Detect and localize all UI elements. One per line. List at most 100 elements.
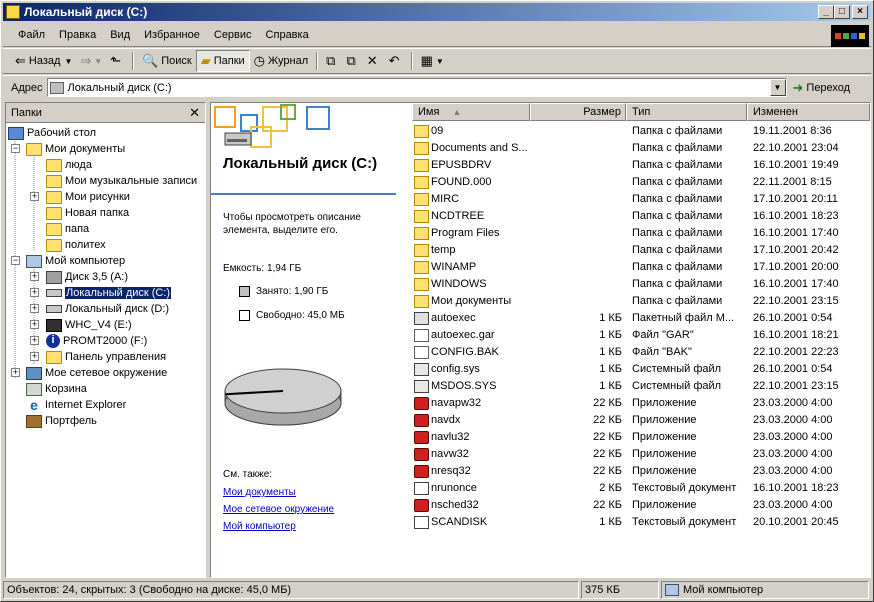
file-size: 1 КБ (599, 312, 622, 324)
file-row[interactable]: SCANDISK 1 КБ Текстовый документ 20.10.2001… (412, 514, 870, 531)
menu-file[interactable]: Файл (11, 27, 52, 43)
tree-item-briefcase[interactable]: Портфель (26, 413, 97, 429)
tree-item-folder[interactable]: политех (46, 237, 106, 253)
file-row[interactable]: temp Папка с файлами 17.10.2001 20:42 (412, 242, 870, 259)
free-legend: Свободно: 45,0 МБ (239, 310, 345, 321)
file-row[interactable]: navdx 22 КБ Приложение 23.03.2000 4:00 (412, 412, 870, 429)
explorer-window: Локальный диск (C:) _ □ × Файл Правка Ви… (0, 0, 874, 602)
tree-item-network[interactable]: Мое сетевое окружение (26, 365, 167, 381)
file-row[interactable]: navw32 22 КБ Приложение 23.03.2000 4:00 (412, 446, 870, 463)
floppy-drive-icon (46, 270, 62, 284)
link-my-documents[interactable]: Мои документы (223, 487, 296, 498)
file-size: 1 КБ (599, 329, 622, 341)
history-button[interactable]: ◷ Журнал (250, 50, 312, 72)
tree-item-floppy[interactable]: Диск 3,5 (A:) (46, 269, 128, 285)
menu-view[interactable]: Вид (103, 27, 137, 43)
tree-item-drive-f[interactable]: i PROMT2000 (F:) (46, 333, 147, 349)
tree-item-drive-d[interactable]: Локальный диск (D:) (46, 301, 169, 317)
folders-button[interactable]: ▰ Папки (195, 50, 250, 72)
views-button[interactable]: ▦ ▼ (417, 50, 448, 72)
menu-favorites[interactable]: Избранное (137, 27, 207, 43)
search-button[interactable]: 🔍 Поиск (138, 50, 196, 72)
file-row[interactable]: CONFIG.BAK 1 КБ Файл "BAK" 22.10.2001 22:23 (412, 344, 870, 361)
file-row[interactable]: FOUND.000 Папка с файлами 22.11.2001 8:15 (412, 174, 870, 191)
tree-item-desktop[interactable]: Рабочий стол (8, 125, 96, 141)
menu-help[interactable]: Справка (259, 27, 316, 43)
file-row[interactable]: EPUSBDRV Папка с файлами 16.10.2001 19:49 (412, 157, 870, 174)
file-row[interactable]: WINDOWS Папка с файлами 16.10.2001 17:40 (412, 276, 870, 293)
back-button[interactable]: ⇐ Назад ▼ (11, 50, 76, 72)
expand-toggle[interactable]: + (30, 352, 39, 361)
file-type: Папка с файлами (632, 227, 723, 239)
file-name: nresq32 (431, 465, 471, 477)
tree-item-my-documents[interactable]: Мои документы (26, 141, 125, 157)
link-my-computer[interactable]: Мой компьютер (223, 521, 296, 532)
file-row[interactable]: MSDOS.SYS 1 КБ Системный файл 22.10.2001 23… (412, 378, 870, 395)
expand-toggle[interactable]: + (30, 272, 39, 281)
file-row[interactable]: MIRC Папка с файлами 17.10.2001 20:11 (412, 191, 870, 208)
tree-item-control-panel[interactable]: Панель управления (46, 349, 166, 365)
delete-icon: ✕ (366, 53, 378, 68)
tree-item-internet-explorer[interactable]: e Internet Explorer (26, 397, 126, 413)
collapse-toggle[interactable]: − (11, 256, 20, 265)
close-pane-icon[interactable]: ✕ (189, 105, 200, 121)
address-dropdown-button[interactable]: ▼ (769, 79, 786, 96)
close-button[interactable]: × (852, 5, 868, 19)
tree-item-my-music[interactable]: Мои музыкальные записи (46, 173, 197, 189)
column-header-type[interactable]: Тип (626, 103, 747, 121)
link-network[interactable]: Мое сетевое окружение (223, 504, 334, 515)
expand-toggle[interactable]: + (30, 288, 39, 297)
column-header-size[interactable]: Размер (530, 103, 626, 121)
expand-toggle[interactable]: + (30, 192, 39, 201)
file-row[interactable]: autoexec 1 КБ Пакетный файл М... 26.10.2001… (412, 310, 870, 327)
file-row[interactable]: nsched32 22 КБ Приложение 23.03.2000 4:00 (412, 497, 870, 514)
chevron-down-icon[interactable]: ▼ (64, 57, 72, 66)
copy-to-button[interactable]: ⧉ (342, 50, 362, 72)
file-row[interactable]: config.sys 1 КБ Системный файл 26.10.2001 0… (412, 361, 870, 378)
undo-button[interactable]: ↶ (385, 50, 407, 72)
tree-item-my-computer[interactable]: Мой компьютер (26, 253, 125, 269)
file-row[interactable]: nrunonce 2 КБ Текстовый документ 16.10.2001… (412, 480, 870, 497)
delete-button[interactable]: ✕ (363, 50, 385, 72)
file-row[interactable]: navapw32 22 КБ Приложение 23.03.2000 4:00 (412, 395, 870, 412)
tree-item-recycle-bin[interactable]: Корзина (26, 381, 87, 397)
go-button[interactable]: ➜ Переход (793, 80, 851, 96)
collapse-toggle[interactable]: − (11, 144, 20, 153)
tree-item-folder[interactable]: Новая папка (46, 205, 129, 221)
chevron-down-icon[interactable]: ▼ (436, 57, 444, 66)
column-header-modified[interactable]: Изменен (747, 103, 870, 121)
file-row[interactable]: NCDTREE Папка с файлами 16.10.2001 18:23 (412, 208, 870, 225)
chevron-down-icon[interactable]: ▼ (94, 57, 102, 66)
forward-button[interactable]: ⇒ ▼ (76, 50, 106, 72)
file-row[interactable]: Documents and S... Папка с файлами 22.10.2… (412, 140, 870, 157)
minimize-button[interactable]: _ (818, 5, 834, 19)
up-button[interactable]: ⬑ (106, 50, 128, 72)
tree-item-my-pictures[interactable]: Мои рисунки (46, 189, 130, 205)
expand-toggle[interactable]: + (11, 368, 20, 377)
menu-edit[interactable]: Правка (52, 27, 103, 43)
menu-tools[interactable]: Сервис (207, 27, 259, 43)
tree-item-folder[interactable]: папа (46, 221, 89, 237)
file-row[interactable]: autoexec.gar 1 КБ Файл "GAR" 16.10.2001 18:… (412, 327, 870, 344)
file-row[interactable]: Мои документы Папка с файлами 22.10.2001 2… (412, 293, 870, 310)
expand-toggle[interactable]: + (30, 336, 39, 345)
tree-item-drive-c[interactable]: Локальный диск (C:) (46, 285, 173, 301)
column-header-name[interactable]: Имя ▲ (412, 103, 530, 121)
tree-item-drive-e[interactable]: WHC_V4 (E:) (46, 317, 132, 333)
file-size: 1 КБ (599, 346, 622, 358)
maximize-button[interactable]: □ (834, 5, 850, 19)
address-field[interactable]: Локальный диск (C:) ▼ (46, 78, 787, 97)
file-row[interactable]: WINAMP Папка с файлами 17.10.2001 20:00 (412, 259, 870, 276)
expand-toggle[interactable]: + (30, 320, 39, 329)
file-row[interactable]: Program Files Папка с файлами 16.10.2001 1… (412, 225, 870, 242)
file-row[interactable]: nresq32 22 КБ Приложение 23.03.2000 4:00 (412, 463, 870, 480)
move-to-button[interactable]: ⧉ (322, 50, 342, 72)
file-icon (414, 346, 429, 359)
file-row[interactable]: 09 Папка с файлами 19.11.2001 8:36 (412, 123, 870, 140)
app-icon (414, 397, 429, 410)
tree-item-folder[interactable]: люда (46, 157, 92, 173)
file-name: autoexec.gar (431, 329, 495, 341)
expand-toggle[interactable]: + (30, 304, 39, 313)
file-row[interactable]: navlu32 22 КБ Приложение 23.03.2000 4:00 (412, 429, 870, 446)
title-bar[interactable]: Локальный диск (C:) _ □ × (3, 3, 871, 21)
